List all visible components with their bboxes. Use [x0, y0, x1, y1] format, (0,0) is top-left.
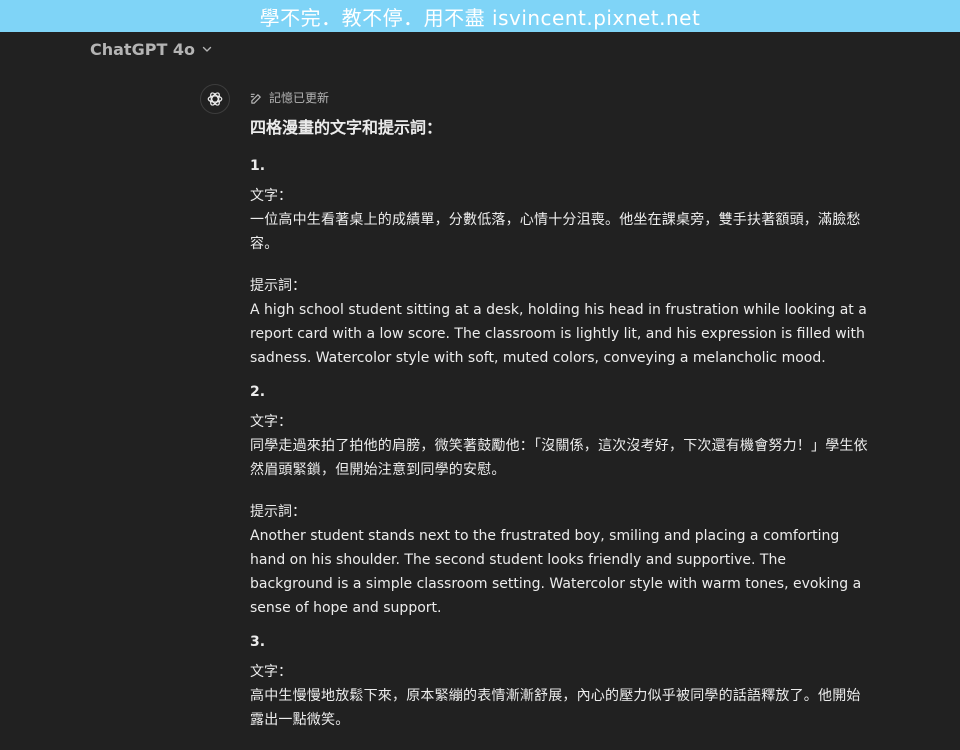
text-label: 文字：	[250, 414, 292, 430]
assistant-avatar	[200, 84, 230, 114]
panel-prompt: Another student stands next to the frust…	[250, 528, 862, 616]
panel-prompt: A high school student sitting at a desk,…	[250, 302, 867, 366]
panel-text: 高中生慢慢地放鬆下來，原本緊繃的表情漸漸舒展，內心的壓力似乎被同學的話語釋放了。…	[250, 688, 861, 728]
site-banner: 學不完．教不停．用不盡 isvincent.pixnet.net	[0, 0, 960, 32]
message-heading: 四格漫畫的文字和提示詞：	[250, 118, 443, 137]
panel-2: 2. 文字： 同學走過來拍了拍他的肩膀，微笑著鼓勵他：「沒關係，這次沒考好，下次…	[250, 380, 870, 620]
panel-3: 3. 文字： 高中生慢慢地放鬆下來，原本緊繃的表情漸漸舒展，內心的壓力似乎被同學…	[250, 630, 870, 732]
model-selector[interactable]: ChatGPT 4o	[90, 38, 213, 60]
panel-number: 2.	[250, 384, 266, 400]
prompt-label: 提示詞：	[250, 504, 306, 520]
text-label: 文字：	[250, 188, 292, 204]
memory-updated-indicator[interactable]: 記憶已更新	[250, 88, 870, 108]
assistant-message: 記憶已更新 四格漫畫的文字和提示詞： 1. 文字： 一位高中生看著桌上的成績單，…	[250, 88, 870, 750]
model-name: ChatGPT 4o	[90, 39, 196, 59]
panel-number: 3.	[250, 634, 266, 650]
chevron-down-icon	[202, 46, 212, 52]
text-label: 文字：	[250, 664, 292, 680]
panel-1: 1. 文字： 一位高中生看著桌上的成績單，分數低落，心情十分沮喪。他坐在課桌旁，…	[250, 154, 870, 370]
panel-text: 同學走過來拍了拍他的肩膀，微笑著鼓勵他：「沒關係，這次沒考好，下次還有機會努力！…	[250, 438, 868, 478]
prompt-label: 提示詞：	[250, 278, 306, 294]
memory-pencil-icon	[250, 93, 261, 104]
memory-updated-label: 記憶已更新	[269, 91, 330, 105]
panel-number: 1.	[250, 158, 266, 174]
openai-logo-icon	[207, 92, 223, 106]
panel-text: 一位高中生看著桌上的成績單，分數低落，心情十分沮喪。他坐在課桌旁，雙手扶著額頭，…	[250, 212, 861, 252]
banner-text: 學不完．教不停．用不盡 isvincent.pixnet.net	[259, 5, 701, 30]
